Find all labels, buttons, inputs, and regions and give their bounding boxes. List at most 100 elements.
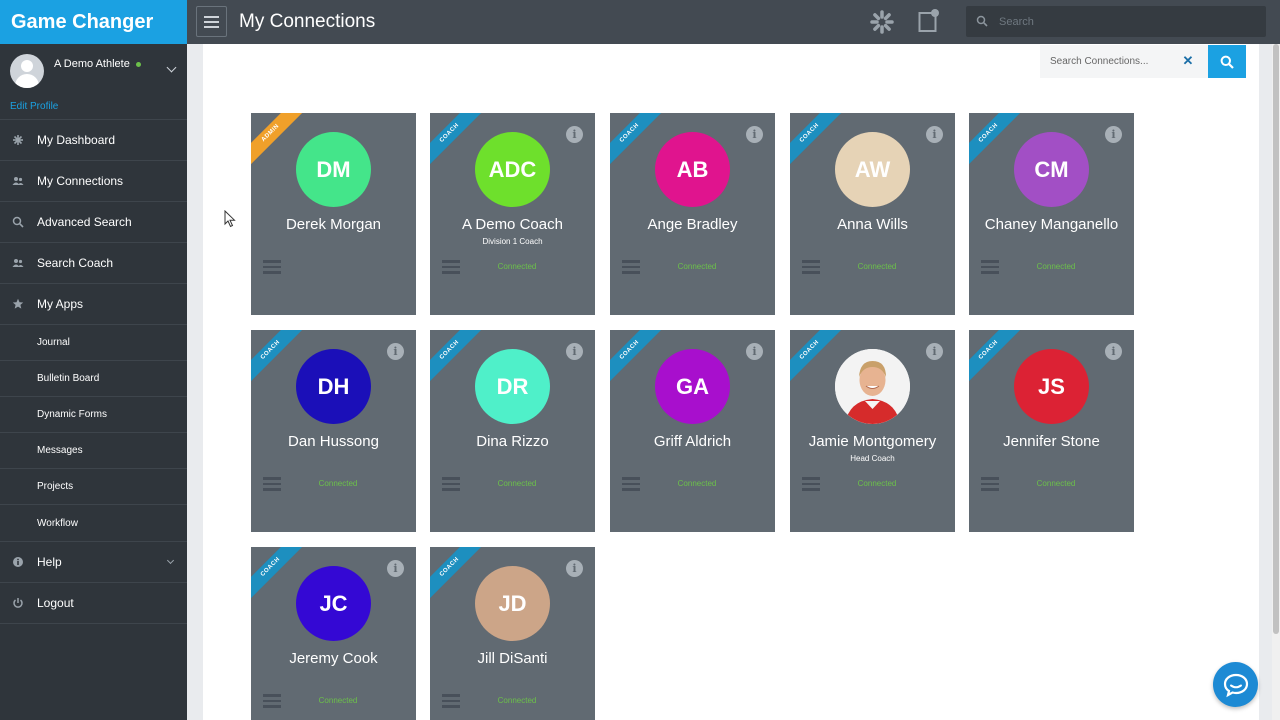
info-icon[interactable]: i bbox=[926, 126, 943, 143]
connection-title: Head Coach bbox=[850, 454, 895, 463]
connection-card[interactable]: COACH i DH Dan Hussong Connected bbox=[251, 330, 416, 532]
avatar-initials[interactable]: JD bbox=[475, 566, 550, 641]
card-menu-icon[interactable] bbox=[622, 477, 640, 491]
sidebar-subitem-journal[interactable]: Journal bbox=[0, 325, 187, 361]
connection-name[interactable]: Jeremy Cook bbox=[251, 650, 416, 667]
avatar-initials[interactable]: AW bbox=[835, 132, 910, 207]
scrollbar[interactable] bbox=[1272, 44, 1280, 720]
connection-card[interactable]: COACH i AB Ange Bradley Connected bbox=[610, 113, 775, 315]
sidebar-subitem-projects[interactable]: Projects bbox=[0, 469, 187, 505]
connection-name[interactable]: Chaney Manganello bbox=[969, 216, 1134, 233]
card-menu-icon[interactable] bbox=[442, 694, 460, 708]
sidebar-item-logout[interactable]: Logout bbox=[0, 583, 187, 624]
card-menu-icon[interactable] bbox=[442, 260, 460, 274]
connection-name[interactable]: Jill DiSanti bbox=[430, 650, 595, 667]
brand-logo[interactable]: Game Changer bbox=[0, 0, 187, 44]
connection-status: Connected bbox=[497, 262, 537, 271]
card-menu-icon[interactable] bbox=[442, 477, 460, 491]
info-icon[interactable]: i bbox=[926, 343, 943, 360]
sidebar-item-label: Search Coach bbox=[37, 256, 114, 270]
sidebar-item-label: Help bbox=[37, 555, 62, 569]
chevron-down-icon[interactable] bbox=[166, 62, 177, 73]
avatar-initials[interactable]: JC bbox=[296, 566, 371, 641]
connection-card[interactable]: COACH i CM Chaney Manganello Connected bbox=[969, 113, 1134, 315]
chat-icon bbox=[1223, 673, 1249, 698]
connection-card[interactable]: COACH i AW Anna Wills Connected bbox=[790, 113, 955, 315]
connection-card[interactable]: COACH i ADC A Demo Coach Division 1 Coach Con… bbox=[430, 113, 595, 315]
card-menu-icon[interactable] bbox=[263, 477, 281, 491]
power-icon bbox=[13, 598, 23, 608]
avatar-initials[interactable]: DM bbox=[296, 132, 371, 207]
connections-search-button[interactable] bbox=[1208, 45, 1246, 78]
global-search-input[interactable] bbox=[999, 12, 1249, 32]
sidebar-item-search-coach[interactable]: Search Coach bbox=[0, 243, 187, 284]
avatar-initials[interactable]: JS bbox=[1014, 349, 1089, 424]
card-menu-icon[interactable] bbox=[981, 260, 999, 274]
connection-card[interactable]: COACH i GA Griff Aldrich Connected bbox=[610, 330, 775, 532]
connection-name[interactable]: Jennifer Stone bbox=[969, 433, 1134, 450]
avatar-initials[interactable]: CM bbox=[1014, 132, 1089, 207]
profile-photo[interactable] bbox=[835, 349, 910, 424]
connection-card[interactable]: COACH i JC Jeremy Cook Connected bbox=[251, 547, 416, 720]
sidebar-item-advanced-search[interactable]: Advanced Search bbox=[0, 202, 187, 243]
sidebar-item-help[interactable]: Help bbox=[0, 542, 187, 583]
dashboard-icon bbox=[13, 135, 23, 145]
info-icon[interactable]: i bbox=[566, 343, 583, 360]
sidebar-subitem-bulletin-board[interactable]: Bulletin Board bbox=[0, 361, 187, 397]
card-menu-icon[interactable] bbox=[802, 477, 820, 491]
avatar-initials[interactable]: DR bbox=[475, 349, 550, 424]
chat-button[interactable] bbox=[1213, 662, 1258, 707]
hamburger-menu-button[interactable] bbox=[196, 6, 227, 37]
avatar-initials[interactable]: DH bbox=[296, 349, 371, 424]
avatar-initials[interactable]: GA bbox=[655, 349, 730, 424]
card-menu-icon[interactable] bbox=[802, 260, 820, 274]
connection-name[interactable]: A Demo Coach bbox=[430, 216, 595, 233]
connection-card[interactable]: COACH i Jamie Montgomery Head Coach Connecte… bbox=[790, 330, 955, 532]
sidebar-subitem-workflow[interactable]: Workflow bbox=[0, 505, 187, 541]
profile-name[interactable]: A Demo Athlete bbox=[54, 58, 141, 70]
sidebar-item-my-apps[interactable]: My Apps bbox=[0, 284, 187, 325]
connection-name[interactable]: Anna Wills bbox=[790, 216, 955, 233]
spinner-icon[interactable] bbox=[870, 10, 894, 34]
page-title: My Connections bbox=[239, 11, 376, 32]
info-icon[interactable]: i bbox=[1105, 343, 1122, 360]
star-icon bbox=[12, 298, 24, 309]
avatar-initials[interactable]: AB bbox=[655, 132, 730, 207]
search-icon bbox=[1220, 55, 1234, 69]
connections-search-input[interactable] bbox=[1050, 53, 1180, 70]
card-menu-icon[interactable] bbox=[622, 260, 640, 274]
edit-profile-link[interactable]: Edit Profile bbox=[10, 101, 58, 112]
connection-name[interactable]: Ange Bradley bbox=[610, 216, 775, 233]
connection-name[interactable]: Jamie Montgomery bbox=[790, 433, 955, 450]
sidebar-subitem-dynamic-forms[interactable]: Dynamic Forms bbox=[0, 397, 187, 433]
connection-status: Connected bbox=[1036, 262, 1076, 271]
info-icon[interactable]: i bbox=[746, 343, 763, 360]
connection-name[interactable]: Dan Hussong bbox=[251, 433, 416, 450]
sidebar-item-dashboard[interactable]: My Dashboard bbox=[0, 120, 187, 161]
info-icon[interactable]: i bbox=[746, 126, 763, 143]
connection-card[interactable]: ADMIN DM Derek Morgan bbox=[251, 113, 416, 315]
info-icon[interactable]: i bbox=[387, 343, 404, 360]
connection-status: Connected bbox=[677, 479, 717, 488]
card-menu-icon[interactable] bbox=[981, 477, 999, 491]
card-menu-icon[interactable] bbox=[263, 260, 281, 274]
connection-name[interactable]: Griff Aldrich bbox=[610, 433, 775, 450]
info-icon[interactable]: i bbox=[387, 560, 404, 577]
connection-card[interactable]: COACH i JS Jennifer Stone Connected bbox=[969, 330, 1134, 532]
connection-card[interactable]: COACH i DR Dina Rizzo Connected bbox=[430, 330, 595, 532]
connection-card[interactable]: COACH i JD Jill DiSanti Connected bbox=[430, 547, 595, 720]
clear-icon[interactable]: ✕ bbox=[1181, 54, 1195, 68]
sidebar-subitem-messages[interactable]: Messages bbox=[0, 433, 187, 469]
card-menu-icon[interactable] bbox=[263, 694, 281, 708]
info-icon[interactable]: i bbox=[1105, 126, 1122, 143]
connection-status: Connected bbox=[497, 696, 537, 705]
avatar[interactable] bbox=[10, 54, 44, 88]
connection-name[interactable]: Dina Rizzo bbox=[430, 433, 595, 450]
sidebar-item-label: Logout bbox=[37, 596, 74, 610]
info-icon[interactable]: i bbox=[566, 560, 583, 577]
sidebar-item-my-connections[interactable]: My Connections bbox=[0, 161, 187, 202]
avatar-initials[interactable]: ADC bbox=[475, 132, 550, 207]
notepad-icon[interactable] bbox=[918, 9, 940, 33]
info-icon[interactable]: i bbox=[566, 126, 583, 143]
connection-name[interactable]: Derek Morgan bbox=[251, 216, 416, 233]
